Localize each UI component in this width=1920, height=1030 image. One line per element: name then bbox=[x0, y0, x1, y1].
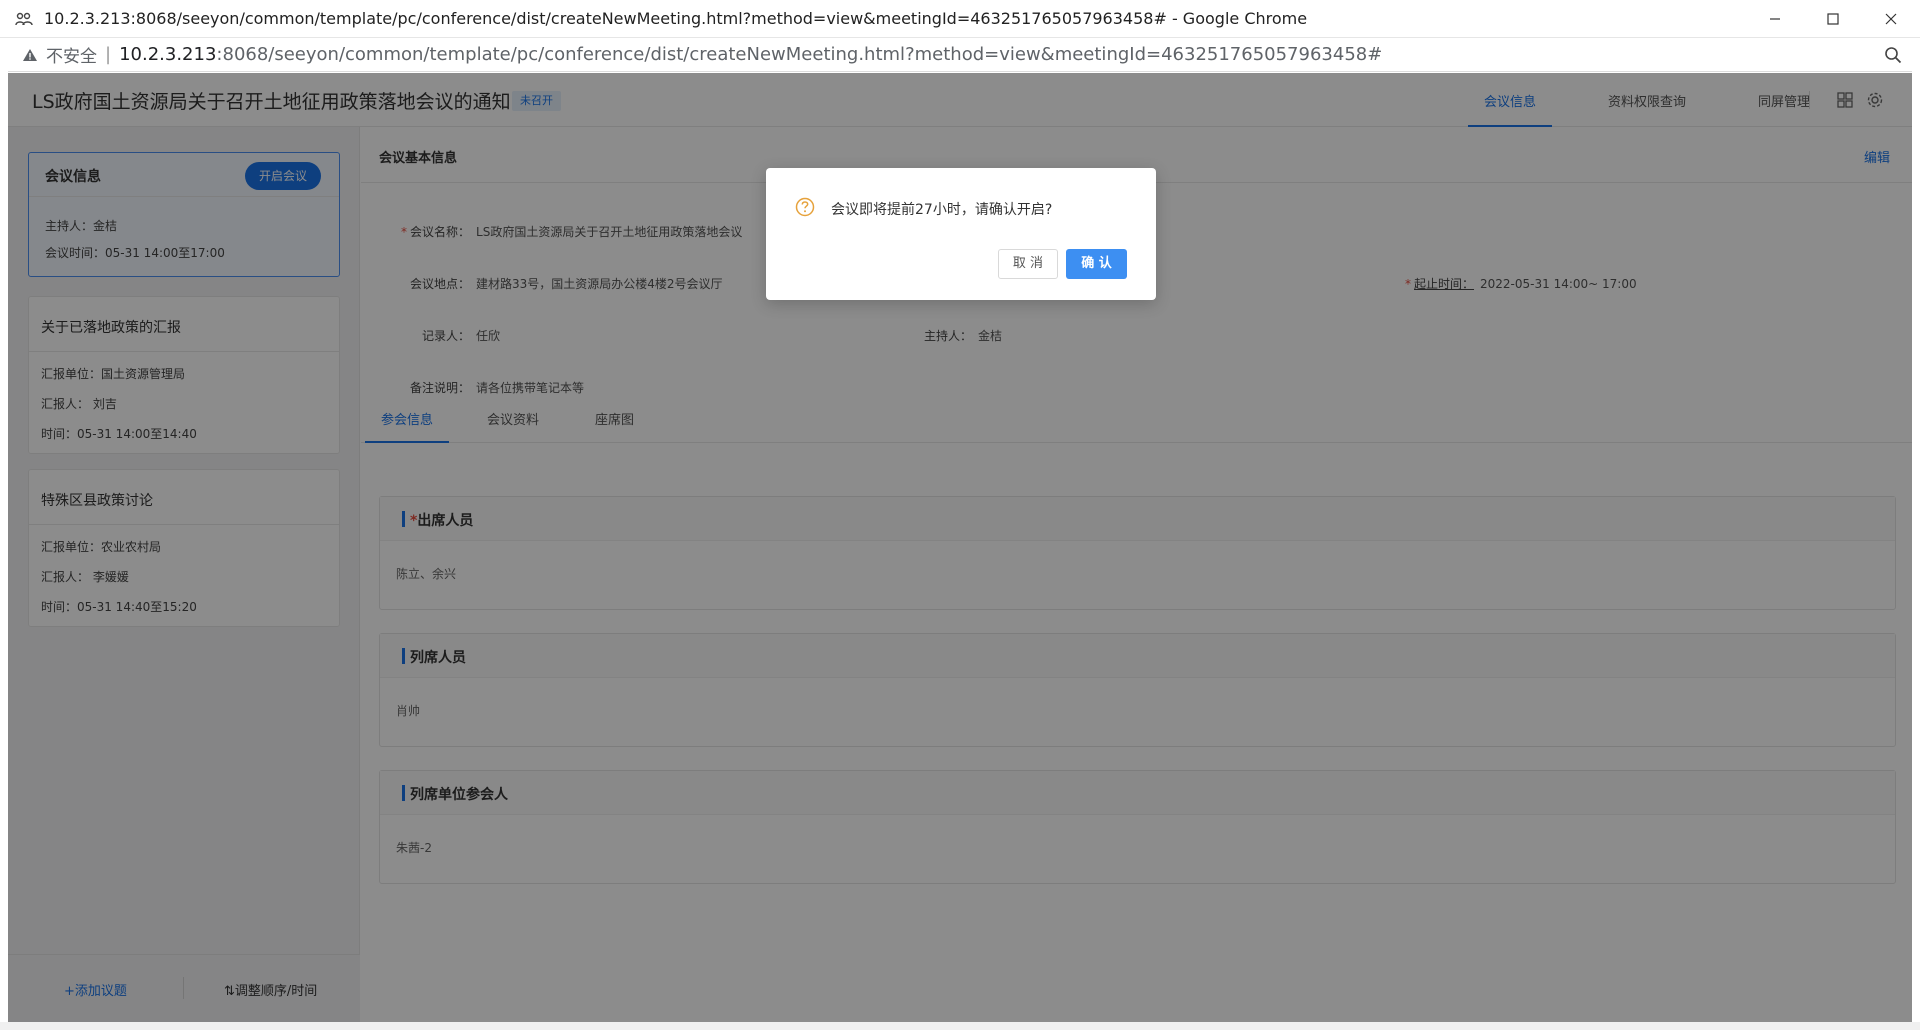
window-title: 10.2.3.213:8068/seeyon/common/template/p… bbox=[44, 9, 1308, 28]
security-label[interactable]: 不安全 bbox=[46, 42, 97, 67]
question-icon bbox=[795, 197, 815, 217]
minimize-button[interactable] bbox=[1746, 0, 1804, 38]
dialog-message: 会议即将提前27小时，请确认开启? bbox=[831, 202, 1053, 218]
minimize-icon bbox=[1770, 18, 1780, 20]
maximize-icon bbox=[1827, 13, 1839, 25]
warning-icon bbox=[23, 48, 37, 61]
confirm-dialog: 会议即将提前27小时，请确认开启? 取 消 确 认 bbox=[766, 168, 1156, 300]
close-window-button[interactable] bbox=[1862, 0, 1920, 38]
taskbar-strip bbox=[0, 1022, 1920, 1030]
maximize-button[interactable] bbox=[1804, 0, 1862, 38]
cancel-button[interactable]: 取 消 bbox=[998, 249, 1058, 279]
browser-title-bar: 10.2.3.213:8068/seeyon/common/template/p… bbox=[0, 0, 1920, 38]
url-path[interactable]: :8068/seeyon/common/template/pc/conferen… bbox=[216, 44, 1382, 65]
address-separator: | bbox=[105, 44, 112, 65]
address-bar[interactable]: 不安全 | 10.2.3.213 :8068/seeyon/common/tem… bbox=[8, 38, 1912, 72]
url-host[interactable]: 10.2.3.213 bbox=[119, 44, 216, 65]
confirm-button[interactable]: 确 认 bbox=[1066, 249, 1127, 279]
site-icon bbox=[14, 11, 34, 27]
zoom-icon[interactable] bbox=[1884, 46, 1902, 64]
close-icon bbox=[1885, 13, 1897, 25]
